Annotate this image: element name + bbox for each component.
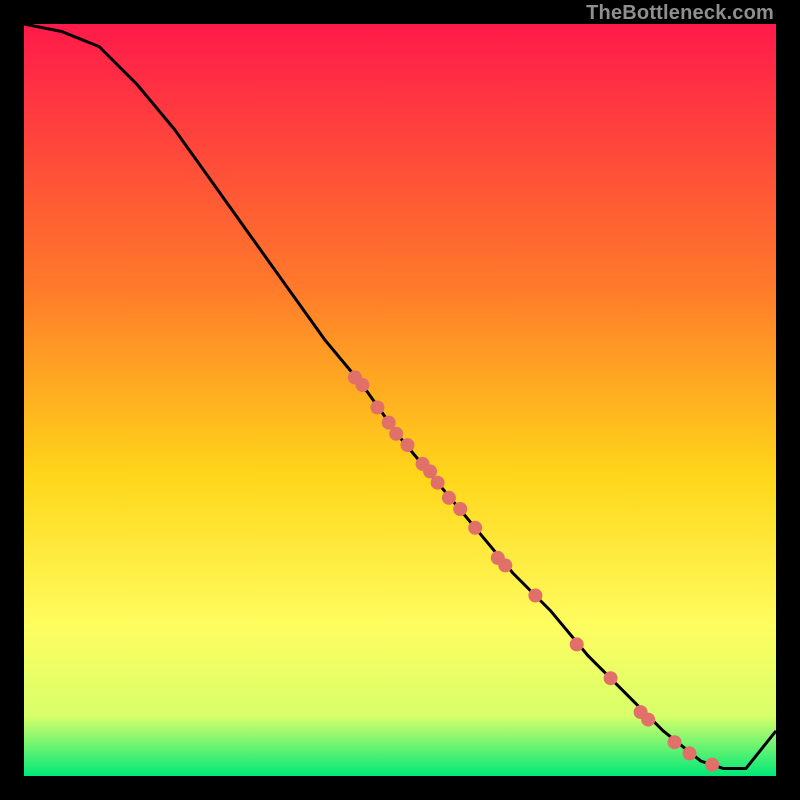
highlight-point bbox=[570, 637, 584, 651]
highlight-point bbox=[641, 713, 655, 727]
highlight-point bbox=[528, 589, 542, 603]
highlight-point bbox=[604, 671, 618, 685]
highlight-point bbox=[453, 502, 467, 516]
highlight-point bbox=[498, 558, 512, 572]
highlight-point bbox=[442, 491, 456, 505]
highlight-point bbox=[705, 758, 719, 772]
highlight-point bbox=[401, 438, 415, 452]
bottleneck-chart bbox=[24, 24, 776, 776]
highlight-point bbox=[668, 735, 682, 749]
watermark-text: TheBottleneck.com bbox=[586, 2, 774, 25]
highlight-point bbox=[683, 746, 697, 760]
gradient-background bbox=[24, 24, 776, 776]
highlight-point bbox=[370, 401, 384, 415]
chart-frame bbox=[24, 24, 776, 776]
highlight-point bbox=[355, 378, 369, 392]
highlight-point bbox=[431, 476, 445, 490]
highlight-point bbox=[389, 427, 403, 441]
highlight-point bbox=[468, 521, 482, 535]
